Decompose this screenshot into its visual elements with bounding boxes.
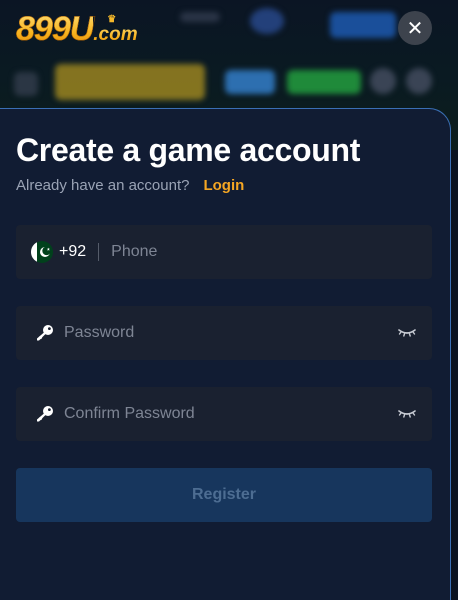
- register-button[interactable]: Register: [16, 468, 432, 522]
- login-link[interactable]: Login: [203, 177, 244, 194]
- logo-main-text: 899U: [16, 10, 95, 49]
- password-field[interactable]: Password: [16, 306, 432, 360]
- phone-divider: [98, 243, 100, 261]
- login-prompt: Already have an account? Login: [16, 177, 244, 194]
- background-nav-bar: [0, 60, 458, 110]
- login-prompt-text: Already have an account?: [16, 177, 190, 194]
- key-icon: [35, 404, 55, 424]
- password-placeholder: Password: [64, 324, 135, 341]
- logo-suffix-label: .com: [93, 24, 138, 45]
- eye-closed-icon[interactable]: [398, 324, 416, 340]
- page-title: Create a game account: [16, 132, 361, 168]
- confirm-password-placeholder: Confirm Password: [64, 405, 195, 422]
- crown-icon: ♛: [107, 14, 117, 25]
- key-icon: [35, 323, 55, 343]
- country-code[interactable]: +92: [59, 243, 86, 261]
- confirm-password-field[interactable]: Confirm Password: [16, 387, 432, 441]
- pakistan-flag-icon: [31, 241, 53, 263]
- close-icon: ✕: [406, 17, 424, 40]
- brand-logo: 899U ♛ .com: [16, 10, 138, 49]
- logo-suffix-text: ♛ .com: [93, 14, 138, 46]
- phone-placeholder: Phone: [111, 243, 158, 260]
- close-button[interactable]: ✕: [398, 11, 432, 45]
- eye-closed-icon[interactable]: [398, 405, 416, 421]
- phone-field[interactable]: +92 Phone: [16, 225, 432, 279]
